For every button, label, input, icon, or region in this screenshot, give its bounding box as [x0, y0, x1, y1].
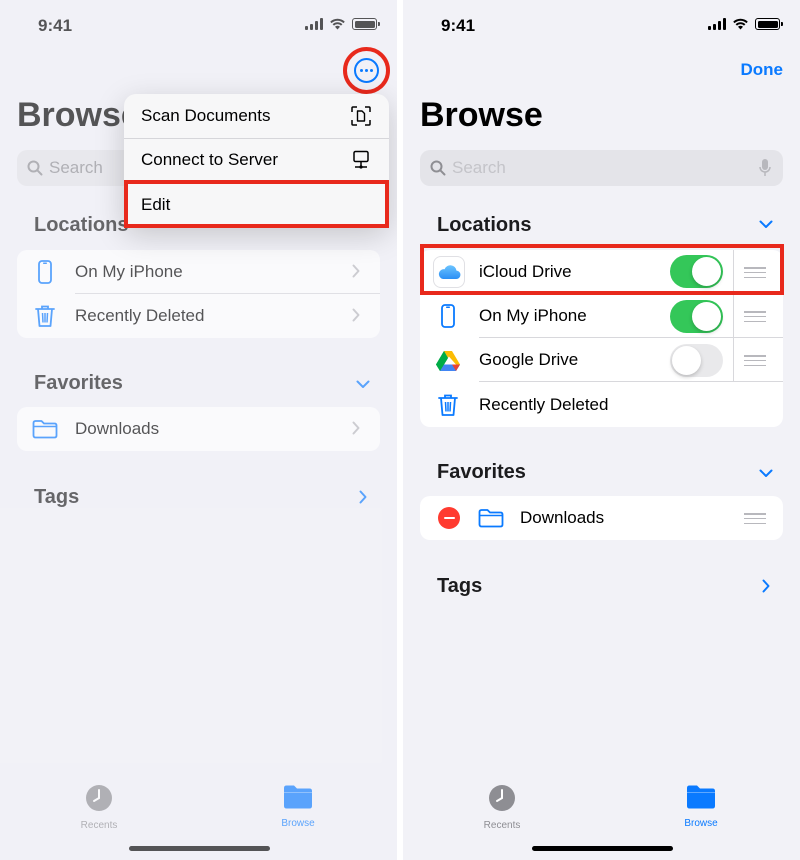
- remove-favorite-icon[interactable]: [438, 507, 460, 529]
- search-icon: [430, 160, 446, 176]
- right-screen: 9:41 Done Browse Search Locations iCloud…: [403, 0, 800, 860]
- favorite-row-downloads[interactable]: Downloads: [420, 496, 783, 540]
- chevron-right-icon[interactable]: [762, 579, 770, 593]
- favorites-header: Favorites: [437, 461, 526, 483]
- reorder-handle-icon[interactable]: [744, 311, 766, 322]
- done-button[interactable]: Done: [741, 60, 784, 80]
- chevron-right-icon: [352, 421, 360, 435]
- tab-label: Recents: [80, 820, 118, 831]
- location-row-recently-deleted[interactable]: Recently Deleted: [17, 294, 380, 338]
- favorites-list: Downloads: [17, 407, 380, 451]
- page-title: Browse: [17, 96, 140, 134]
- on-my-iphone-toggle[interactable]: [670, 300, 723, 333]
- menu-item-label: Scan Documents: [141, 106, 271, 125]
- clock-icon: [86, 785, 112, 811]
- folder-icon: [687, 785, 715, 809]
- tab-label: Browse: [281, 818, 315, 829]
- chevron-right-icon[interactable]: [359, 490, 367, 504]
- row-label: On My iPhone: [479, 306, 587, 325]
- row-label: Downloads: [75, 419, 160, 438]
- status-time: 9:41: [38, 16, 73, 35]
- iphone-icon: [436, 302, 460, 330]
- wifi-icon: [330, 18, 345, 30]
- chevron-right-icon: [352, 264, 360, 278]
- tab-label: Recents: [483, 820, 521, 831]
- battery-icon: [755, 18, 783, 30]
- location-row-google-drive[interactable]: Google Drive: [420, 338, 783, 382]
- folder-icon: [31, 415, 59, 443]
- highlight-box-edit: [124, 180, 389, 228]
- reorder-handle-icon[interactable]: [744, 513, 766, 524]
- battery-icon: [352, 18, 380, 30]
- cellular-signal-icon: [305, 18, 323, 30]
- chevron-down-icon[interactable]: [759, 220, 773, 229]
- locations-header: Locations: [437, 214, 532, 236]
- row-label: Recently Deleted: [479, 395, 609, 414]
- search-field[interactable]: Search: [420, 150, 783, 186]
- column-divider: [733, 294, 734, 338]
- row-label: Downloads: [520, 508, 605, 527]
- home-indicator: [531, 846, 673, 851]
- tab-recents[interactable]: Recents: [462, 784, 542, 831]
- location-row-on-my-iphone[interactable]: On My iPhone: [17, 250, 380, 294]
- row-label: Google Drive: [479, 350, 579, 369]
- wifi-icon: [733, 18, 748, 30]
- server-icon: [353, 150, 369, 169]
- folder-icon: [284, 785, 312, 809]
- highlight-box-icloud-drive: [420, 244, 784, 295]
- highlight-circle: [343, 47, 390, 94]
- tab-browse[interactable]: Browse: [661, 784, 741, 829]
- home-indicator: [128, 846, 270, 851]
- reorder-handle-icon[interactable]: [744, 355, 766, 366]
- tab-label: Browse: [684, 818, 718, 829]
- row-label: Recently Deleted: [75, 306, 205, 325]
- locations-header: Locations: [34, 214, 129, 236]
- menu-item-scan-documents[interactable]: Scan Documents: [124, 94, 389, 138]
- tab-browse[interactable]: Browse: [258, 784, 338, 829]
- chevron-down-icon[interactable]: [356, 380, 370, 389]
- column-divider: [733, 338, 734, 382]
- scan-document-icon: [351, 106, 371, 126]
- favorites-list: Downloads: [420, 496, 783, 540]
- clock-icon: [489, 785, 515, 811]
- favorites-header: Favorites: [34, 372, 123, 394]
- menu-item-connect-to-server[interactable]: Connect to Server: [124, 138, 389, 182]
- trash-icon: [33, 302, 57, 330]
- tags-header[interactable]: Tags: [34, 486, 79, 509]
- favorite-row-downloads[interactable]: Downloads: [17, 407, 380, 451]
- locations-list: On My iPhone Recently Deleted: [17, 250, 380, 338]
- google-drive-toggle[interactable]: [670, 344, 723, 377]
- chevron-down-icon[interactable]: [759, 469, 773, 478]
- status-icons: [305, 18, 380, 30]
- page-title: Browse: [420, 96, 543, 134]
- search-placeholder: Search: [452, 158, 506, 177]
- trash-icon: [436, 391, 460, 419]
- tab-recents[interactable]: Recents: [59, 784, 139, 831]
- row-label: On My iPhone: [75, 262, 183, 281]
- tags-header[interactable]: Tags: [437, 575, 482, 598]
- status-time: 9:41: [441, 16, 476, 35]
- cellular-signal-icon: [708, 18, 726, 30]
- menu-item-label: Connect to Server: [141, 150, 279, 169]
- chevron-right-icon: [352, 308, 360, 322]
- left-screen: 9:41 Browse Search Locations On My iPhon…: [0, 0, 397, 860]
- search-icon: [27, 160, 43, 176]
- microphone-icon[interactable]: [759, 158, 771, 178]
- google-drive-icon: [436, 346, 460, 374]
- search-placeholder: Search: [49, 158, 103, 177]
- location-row-recently-deleted[interactable]: Recently Deleted: [420, 383, 783, 427]
- status-icons: [708, 18, 783, 30]
- location-row-on-my-iphone[interactable]: On My iPhone: [420, 294, 783, 338]
- iphone-icon: [33, 258, 57, 286]
- row-divider: [479, 381, 783, 382]
- folder-icon: [477, 504, 505, 532]
